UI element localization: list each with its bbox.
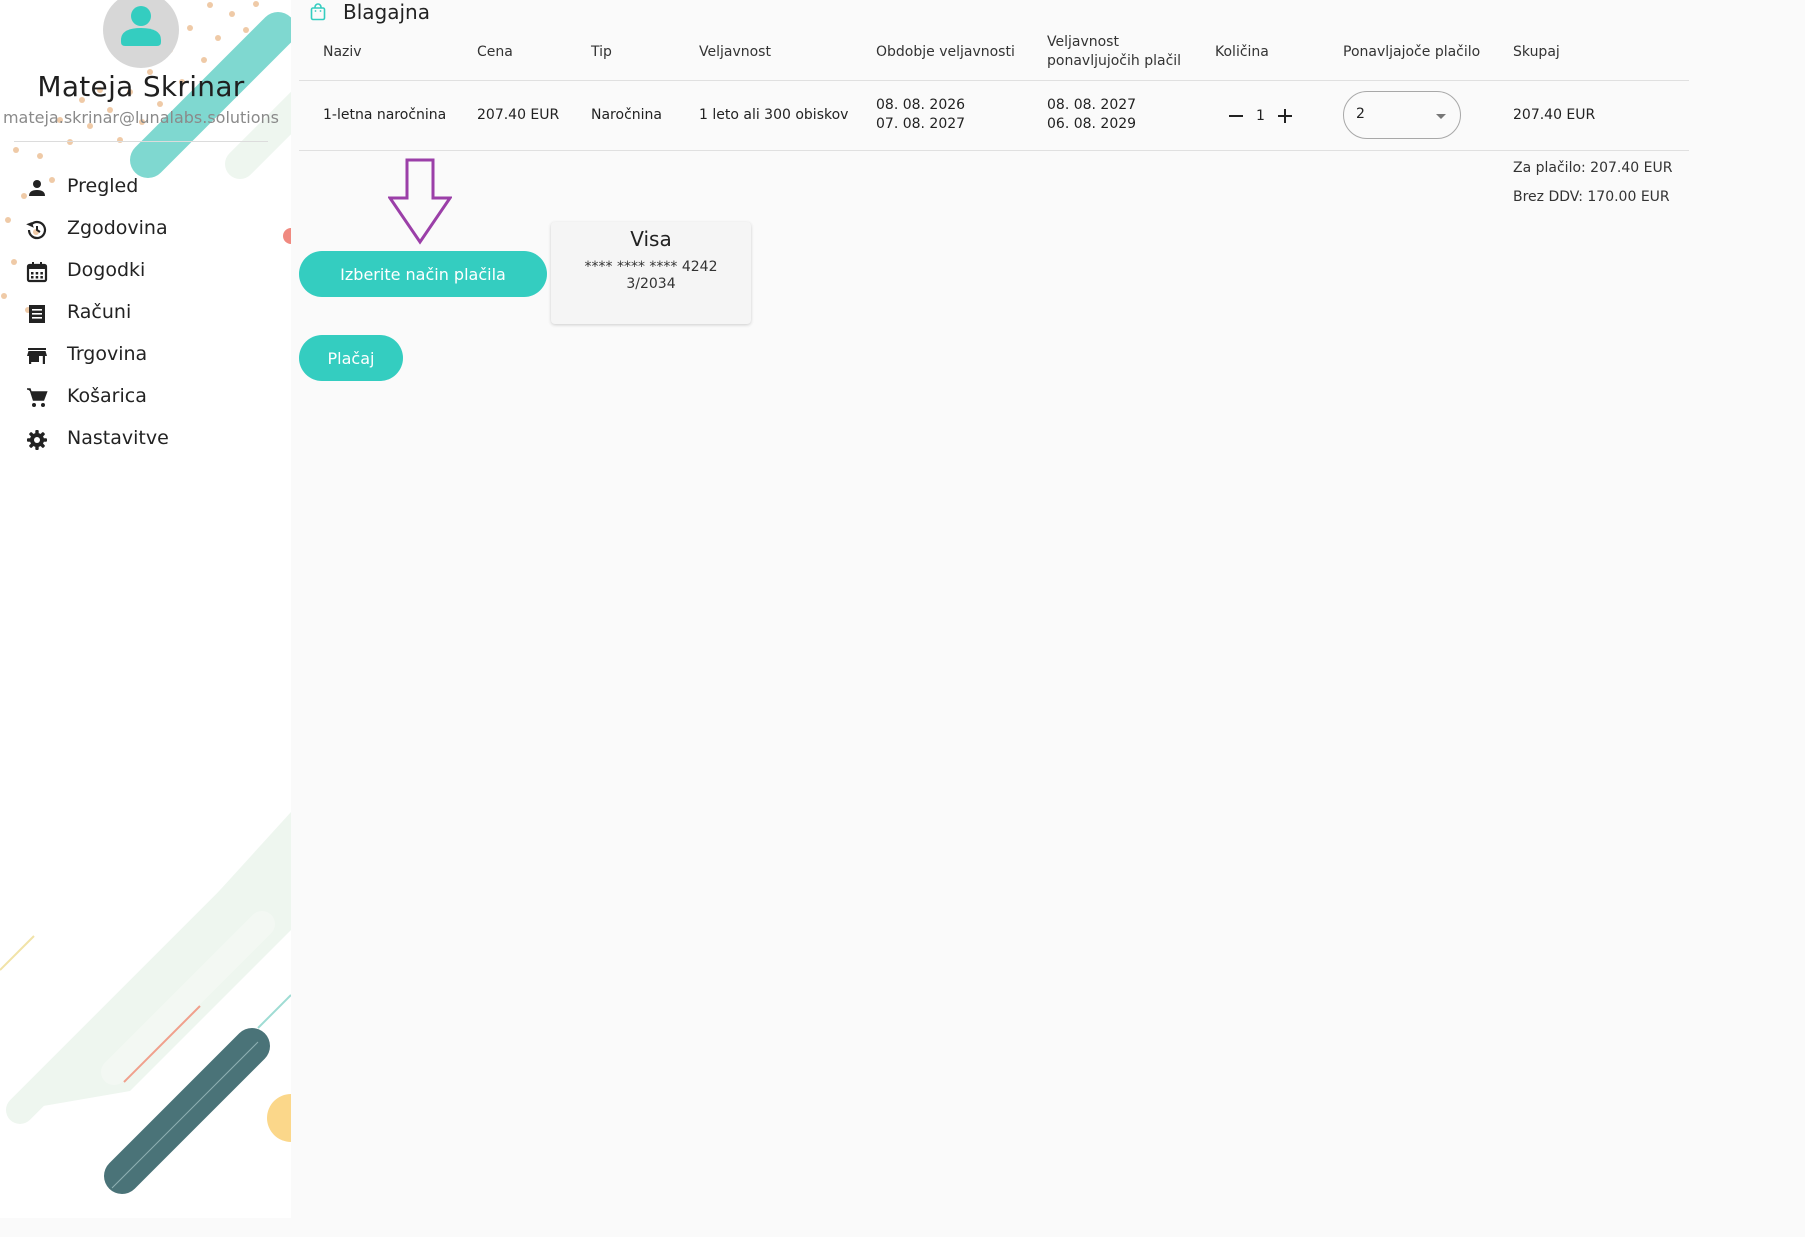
quantity-value: 1 (1256, 108, 1265, 124)
checkout-panel: Blagajna Naziv Cena Tip Veljavnost Obdob… (291, 0, 1805, 1237)
sidebar-item-label: Trgovina (67, 343, 148, 365)
item-price: 207.40 EUR (477, 107, 560, 123)
item-total: 207.40 EUR (1513, 107, 1596, 123)
column-header-total: Skupaj (1513, 44, 1560, 60)
item-period: 08. 08. 2026 07. 08. 2027 (876, 96, 965, 134)
column-header-period: Obdobje veljavnosti (876, 44, 1015, 60)
sidebar-item-label: Dogodki (67, 259, 146, 281)
recurring-payment-value: 2 (1356, 106, 1365, 122)
payment-card[interactable]: Visa **** **** **** 4242 3/2034 (551, 222, 751, 324)
column-header-price: Cena (477, 44, 513, 60)
quantity-stepper: 1 (1225, 105, 1296, 127)
pay-button[interactable]: Plačaj (299, 335, 403, 381)
recurring-end: 06. 08. 2029 (1047, 116, 1137, 132)
gear-icon (27, 430, 47, 450)
recurring-start: 08. 08. 2027 (1047, 97, 1137, 113)
total-to-pay: Za plačilo: 207.40 EUR (1513, 160, 1673, 176)
annotation-down-arrow-icon (388, 158, 452, 245)
sidebar-item-label: Košarica (67, 385, 147, 407)
item-name: 1-letna naročnina (323, 107, 447, 123)
sidebar: Mateja Skrinar mateja.skrinar@lunalabs.s… (0, 0, 291, 1218)
column-header-validity: Veljavnost (699, 44, 771, 60)
bottom-strip (0, 1218, 291, 1237)
sidebar-item-pregled[interactable]: Pregled (0, 166, 291, 208)
user-name: Mateja Skrinar (37, 70, 245, 103)
sidebar-item-label: Računi (67, 301, 132, 323)
sidebar-item-zgodovina[interactable]: Zgodovina (0, 208, 291, 250)
card-number: **** **** **** 4242 (584, 259, 718, 275)
sidebar-item-dogodki[interactable]: Dogodki (0, 250, 291, 292)
card-expiry: 3/2034 (626, 276, 676, 292)
decrement-button[interactable] (1225, 105, 1247, 127)
column-header-recurring-validity: Veljavnost ponavljujočih plačil (1047, 33, 1181, 71)
item-type: Naročnina (591, 107, 662, 123)
sidebar-item-trgovina[interactable]: Trgovina (0, 334, 291, 376)
sidebar-divider (14, 141, 268, 142)
receipt-icon (29, 305, 45, 323)
user-email: mateja.skrinar@lunalabs.solutions (2, 108, 280, 127)
table-row: 1-letna naročnina 207.40 EUR Naročnina 1… (299, 81, 1689, 151)
column-header-recurring-validity-line1: Veljavnost (1047, 34, 1119, 50)
page-title: Blagajna (343, 0, 430, 24)
column-header-quantity: Količina (1215, 44, 1269, 60)
total-without-vat: Brez DDV: 170.00 EUR (1513, 189, 1670, 205)
table-header: Naziv Cena Tip Veljavnost Obdobje veljav… (299, 28, 1689, 81)
sidebar-item-racuni[interactable]: Računi (0, 292, 291, 334)
person-icon (29, 180, 45, 196)
column-header-type: Tip (591, 44, 612, 60)
item-validity: 1 leto ali 300 obiskov (699, 107, 849, 123)
shopping-bag-icon (310, 3, 326, 21)
column-header-recurring-payment: Ponavljajoče plačilo (1343, 44, 1481, 60)
chevron-down-icon (1436, 114, 1446, 119)
sidebar-item-nastavitve[interactable]: Nastavitve (0, 418, 291, 460)
choose-payment-method-button[interactable]: Izberite način plačila (299, 251, 547, 297)
increment-button[interactable] (1274, 105, 1296, 127)
item-recurring-validity: 08. 08. 2027 06. 08. 2029 (1047, 96, 1136, 134)
recurring-payment-select[interactable]: 2 (1343, 91, 1461, 139)
totals-summary: Za plačilo: 207.40 EUR Brez DDV: 170.00 … (1513, 160, 1672, 218)
store-icon (27, 348, 47, 364)
sidebar-item-label: Nastavitve (67, 427, 169, 449)
sidebar-item-label: Zgodovina (67, 217, 168, 239)
period-start: 08. 08. 2026 (876, 97, 966, 113)
history-icon (26, 220, 47, 240)
checkout-table: Naziv Cena Tip Veljavnost Obdobje veljav… (299, 28, 1689, 151)
column-header-name: Naziv (323, 44, 362, 60)
plus-icon (1277, 109, 1292, 123)
column-header-recurring-validity-line2: ponavljujočih plačil (1047, 53, 1182, 69)
period-end: 07. 08. 2027 (876, 116, 966, 132)
minus-icon (1229, 115, 1243, 117)
sidebar-item-label: Pregled (67, 175, 139, 197)
sidebar-nav: Pregled Zgodovina Dogodki Računi Trgovin… (0, 166, 291, 460)
cart-icon (27, 388, 48, 407)
page-header: Blagajna (309, 0, 430, 24)
sidebar-item-kosarica[interactable]: Košarica (0, 376, 291, 418)
calendar-icon (26, 262, 48, 283)
card-brand: Visa (630, 227, 672, 251)
